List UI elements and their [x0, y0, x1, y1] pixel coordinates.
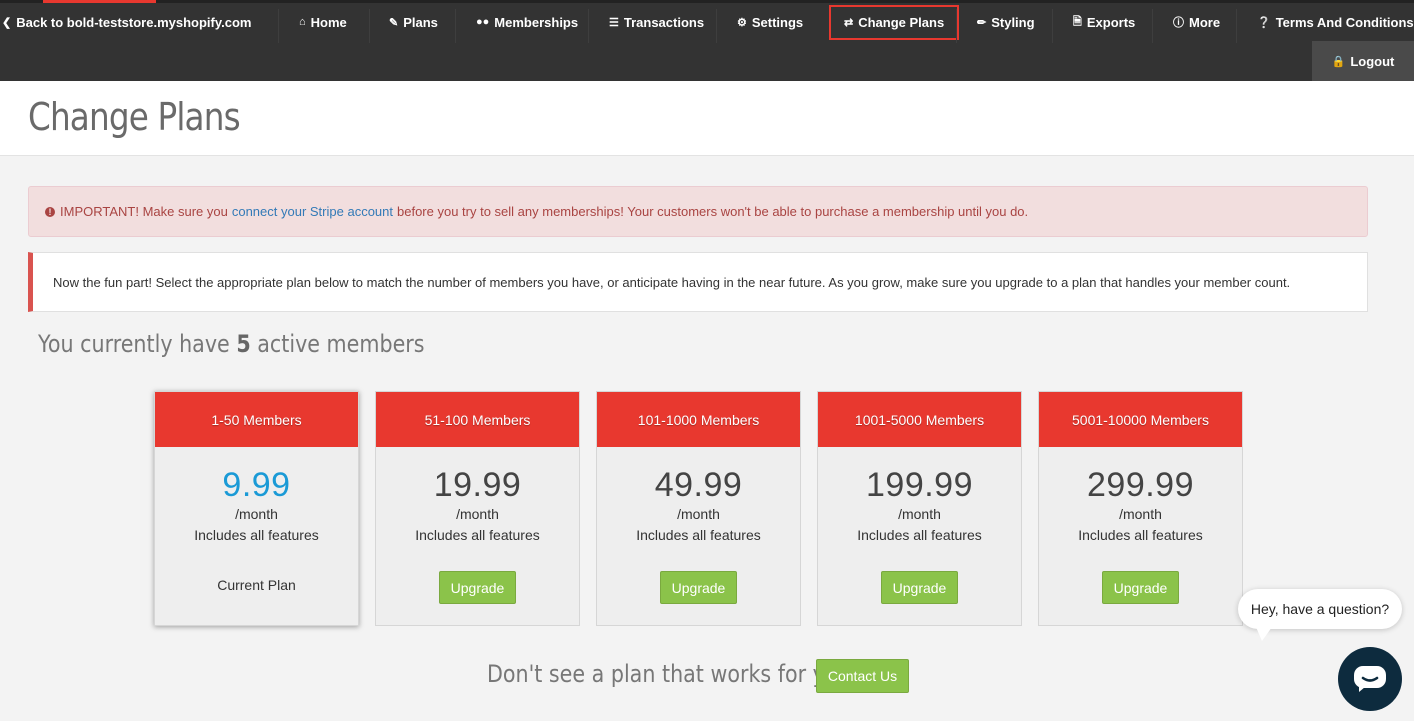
lock-icon: 🔒 — [1331, 55, 1346, 68]
home-icon: ⌂ — [299, 16, 306, 28]
upgrade-button[interactable]: Upgrade — [660, 571, 737, 604]
alert-suffix: before you try to sell any memberships! … — [397, 204, 1029, 219]
exclamation-icon: ! — [45, 206, 55, 217]
plan-info-callout: Now the fun part! Select the appropriate… — [28, 252, 1368, 312]
plan-card-header: 1-50 Members — [155, 392, 358, 447]
upgrade-button[interactable]: Upgrade — [881, 571, 958, 604]
plan-period: /month — [898, 506, 941, 522]
plan-period: /month — [235, 506, 278, 522]
contact-us-button[interactable]: Contact Us — [816, 659, 909, 693]
connect-stripe-link[interactable]: connect your Stripe account — [232, 204, 393, 219]
custom-plan-prompt: Don't see a plan that works for you? — [487, 660, 862, 688]
plan-card-header: 5001-10000 Members — [1039, 392, 1242, 447]
plan-period: /month — [1119, 506, 1162, 522]
nav-item-change-plans[interactable]: ⇄ Change Plans — [829, 5, 960, 40]
nav-item-label: Memberships — [494, 14, 579, 30]
plan-features: Includes all features — [194, 527, 319, 543]
nav-divider — [956, 9, 957, 43]
chat-bubble-tail — [1256, 627, 1272, 641]
info-icon: ⓘ — [1173, 17, 1184, 29]
nav-divider — [588, 9, 589, 43]
plan-period: /month — [456, 506, 499, 522]
nav-divider — [1236, 9, 1237, 43]
plan-features: Includes all features — [1078, 527, 1203, 543]
nav-divider — [369, 9, 370, 43]
plan-features: Includes all features — [415, 527, 540, 543]
nav-item-label: More — [1189, 14, 1221, 30]
chat-prompt-bubble[interactable]: Hey, have a question? — [1238, 589, 1402, 629]
page-header: Change Plans — [0, 81, 1414, 156]
plan-features: Includes all features — [636, 527, 761, 543]
cogs-icon: ⚙ — [737, 16, 747, 29]
top-navigation: ❮ Back to bold-teststore.myshopify.com ⌂… — [0, 0, 1414, 81]
nav-item-memberships[interactable]: ●● Memberships — [476, 3, 578, 41]
chat-prompt-text: Hey, have a question? — [1250, 601, 1390, 617]
nav-item-label: Terms And Conditions — [1275, 14, 1414, 30]
question-icon: ❔ — [1257, 16, 1271, 29]
plan-card-5001-10000: 5001-10000 Members 299.99 /month Include… — [1038, 391, 1243, 626]
plan-card-1001-5000: 1001-5000 Members 199.99 /month Includes… — [817, 391, 1022, 626]
plan-price: 49.99 — [654, 466, 743, 504]
nav-item-label: Settings — [751, 14, 804, 30]
plan-period: /month — [677, 506, 720, 522]
chat-icon — [1354, 666, 1386, 692]
nav-divider — [1152, 9, 1153, 43]
plan-price: 9.99 — [222, 466, 291, 504]
logout-button[interactable]: 🔒 Logout — [1312, 41, 1414, 81]
nav-item-label: Change Plans — [858, 15, 945, 30]
alert-prefix: IMPORTANT! Make sure you — [60, 204, 228, 219]
back-to-store-label: Back to bold-teststore.myshopify.com — [16, 14, 252, 30]
nav-item-home[interactable]: ⌂ Home — [299, 3, 347, 41]
nav-divider — [716, 9, 717, 43]
upgrade-button[interactable]: Upgrade — [1102, 571, 1179, 604]
nav-row: ❮ Back to bold-teststore.myshopify.com ⌂… — [0, 3, 1414, 43]
plan-price: 299.99 — [1087, 466, 1194, 504]
plan-card-header: 51-100 Members — [376, 392, 579, 447]
plan-card-1-50: 1-50 Members 9.99 /month Includes all fe… — [154, 391, 359, 626]
plan-card-header: 1001-5000 Members — [818, 392, 1021, 447]
exchange-icon: ⇄ — [844, 17, 854, 29]
brush-icon: ✏ — [977, 16, 987, 29]
nav-item-label: Transactions — [623, 14, 705, 30]
active-members-heading: You currently have 5 active members — [38, 330, 425, 358]
members-count: 5 — [236, 330, 251, 358]
back-to-store-link[interactable]: ❮ Back to bold-teststore.myshopify.com — [2, 3, 251, 41]
nav-divider — [1052, 9, 1053, 43]
edit-icon: ✎ — [389, 16, 399, 29]
nav-item-label: Exports — [1086, 14, 1136, 30]
plan-price: 19.99 — [433, 466, 522, 504]
list-icon: ☰ — [609, 16, 619, 29]
members-suffix: active members — [257, 330, 425, 358]
nav-item-transactions[interactable]: ☰ Transactions — [609, 3, 704, 41]
nav-item-label: Plans — [403, 14, 438, 30]
users-icon: ●● — [476, 16, 490, 28]
nav-item-exports[interactable]: 🗎 Exports — [1073, 3, 1135, 41]
chat-launcher-button[interactable] — [1338, 647, 1402, 711]
nav-item-more[interactable]: ⓘ More — [1173, 3, 1220, 41]
plan-features: Includes all features — [857, 527, 982, 543]
nav-item-terms[interactable]: ❔ Terms And Conditions — [1257, 3, 1414, 41]
plan-card-header: 101-1000 Members — [597, 392, 800, 447]
members-prefix: You currently have — [38, 330, 230, 358]
nav-item-label: Home — [310, 14, 347, 30]
chevron-left-icon: ❮ — [2, 16, 12, 29]
plan-card-101-1000: 101-1000 Members 49.99 /month Includes a… — [596, 391, 801, 626]
logout-label: Logout — [1350, 53, 1395, 69]
nav-item-label: Styling — [991, 14, 1035, 30]
plan-card-51-100: 51-100 Members 19.99 /month Includes all… — [375, 391, 580, 626]
nav-item-settings[interactable]: ⚙ Settings — [737, 3, 803, 41]
current-plan-label: Current Plan — [217, 577, 296, 593]
page-title: Change Plans — [28, 95, 241, 139]
nav-item-styling[interactable]: ✏ Styling — [977, 3, 1035, 41]
upgrade-button[interactable]: Upgrade — [439, 571, 516, 604]
file-icon: 🗎 — [1073, 15, 1082, 28]
callout-text: Now the fun part! Select the appropriate… — [53, 274, 1291, 290]
nav-item-plans[interactable]: ✎ Plans — [389, 3, 438, 41]
stripe-warning-alert: ! IMPORTANT! Make sure you connect your … — [28, 186, 1368, 237]
plan-price: 199.99 — [866, 466, 973, 504]
nav-divider — [278, 9, 279, 43]
nav-divider — [455, 9, 456, 43]
